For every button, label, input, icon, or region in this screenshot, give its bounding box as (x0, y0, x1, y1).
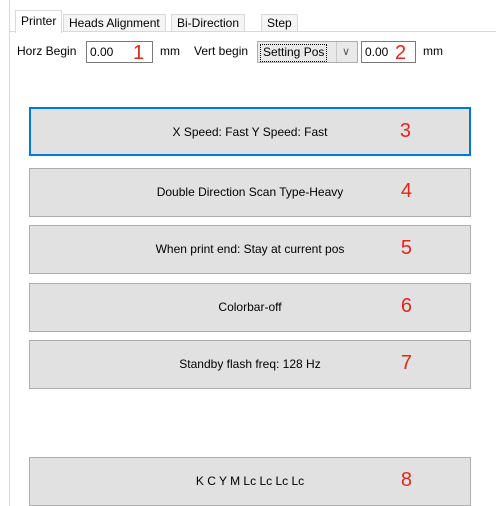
marker-4: 4 (400, 180, 412, 202)
tab-printer[interactable]: Printer (15, 10, 63, 33)
marker-3: 3 (399, 120, 411, 142)
marker-2: 2 (395, 42, 407, 64)
colorbar-button[interactable]: Colorbar-off 6 (29, 283, 471, 332)
vert-begin-input[interactable]: 0.00 (361, 41, 416, 63)
tab-heads-alignment[interactable]: Heads Alignment (63, 14, 166, 32)
ink-channels-button[interactable]: K C Y M Lc Lc Lc Lc 8 (29, 457, 471, 506)
marker-5: 5 (400, 237, 412, 259)
vert-begin-mode-select[interactable]: Setting Pos ∨ (257, 41, 358, 63)
begin-position-row: Horz Begin 0.00 1 mm Vert begin Setting … (0, 38, 496, 66)
tab-divider (10, 31, 496, 32)
print-end-button[interactable]: When print end: Stay at current pos 5 (29, 225, 471, 274)
horz-begin-label: Horz Begin (17, 44, 77, 58)
scan-direction-button[interactable]: Double Direction Scan Type-Heavy 4 (29, 168, 471, 217)
marker-1: 1 (133, 42, 145, 64)
vert-begin-mode-value: Setting Pos (260, 44, 328, 62)
tab-bi-direction[interactable]: Bi-Direction (171, 14, 246, 32)
standby-flash-button[interactable]: Standby flash freq: 128 Hz 7 (29, 340, 471, 389)
chevron-down-icon[interactable]: ∨ (336, 42, 355, 62)
vert-unit-label: mm (423, 44, 443, 58)
panel-left-border (9, 0, 10, 506)
marker-7: 7 (400, 352, 412, 374)
tab-step[interactable]: Step (261, 14, 298, 32)
horz-unit-label: mm (160, 44, 180, 58)
marker-6: 6 (400, 295, 412, 317)
vert-begin-label: Vert begin (194, 44, 249, 58)
speed-button[interactable]: X Speed: Fast Y Speed: Fast 3 (29, 107, 471, 156)
marker-8: 8 (400, 469, 412, 491)
